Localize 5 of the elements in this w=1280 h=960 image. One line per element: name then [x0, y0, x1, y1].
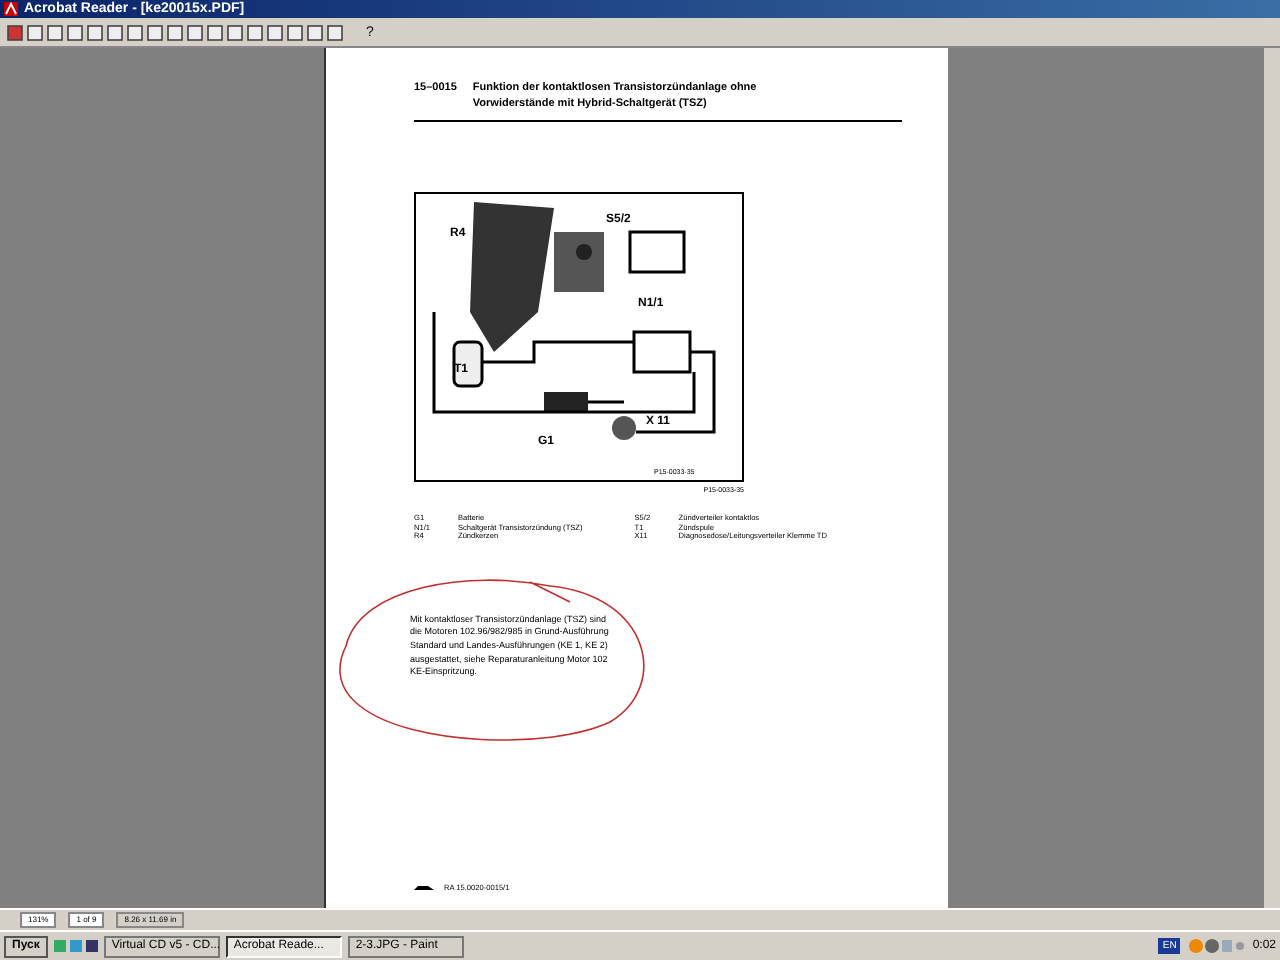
tray-icons[interactable]	[1188, 938, 1245, 954]
vertical-scrollbar[interactable]	[1264, 48, 1280, 908]
car-icon	[414, 884, 434, 892]
quick-launch-icons[interactable]	[53, 938, 98, 954]
document-icon	[4, 2, 18, 16]
